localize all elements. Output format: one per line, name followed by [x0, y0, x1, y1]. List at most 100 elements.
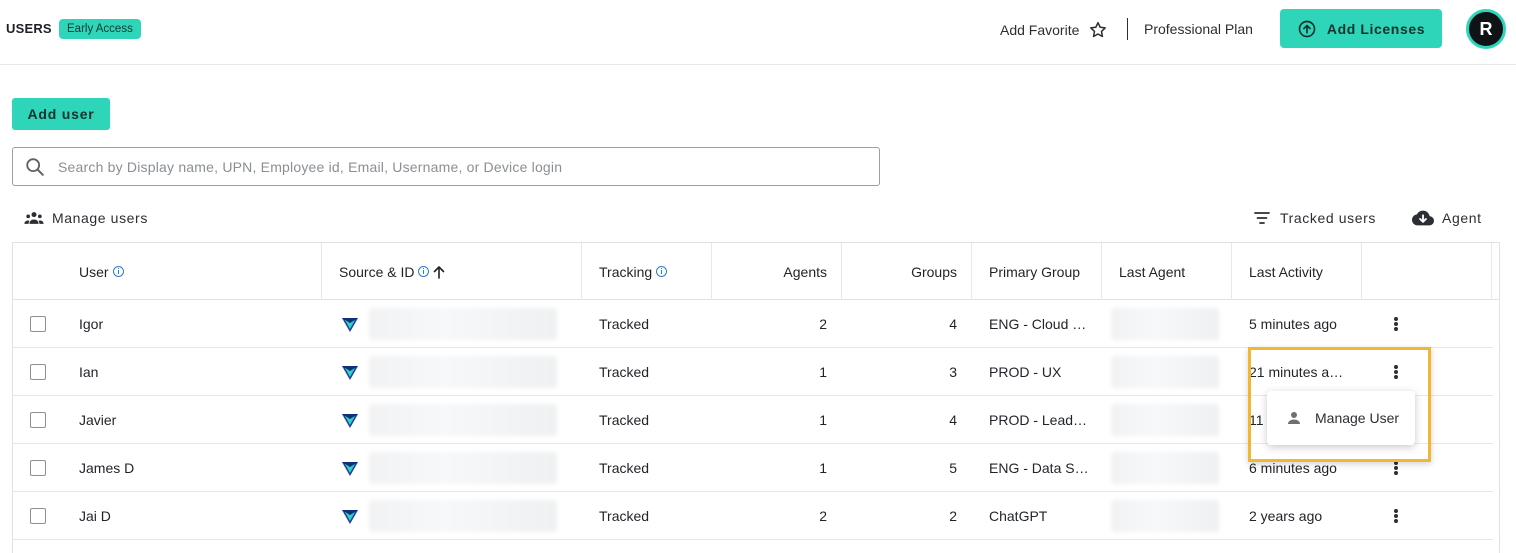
header-divider: [1127, 18, 1128, 40]
add-favorite-label: Add Favorite: [1000, 22, 1080, 38]
add-licenses-label: Add Licenses: [1326, 20, 1426, 37]
arrow-up-icon: [434, 265, 445, 279]
plan-label: Professional Plan: [1144, 21, 1253, 37]
tracking-status: Tracked: [599, 460, 650, 476]
group-icon: [24, 212, 44, 224]
column-header-primary-group[interactable]: Primary Group: [989, 243, 1080, 300]
column-header-agents[interactable]: Agents: [711, 243, 827, 300]
user-name: Igor: [79, 316, 104, 332]
source-logo-icon: [342, 366, 358, 380]
tracking-status: Tracked: [599, 412, 650, 428]
user-name: James D: [79, 460, 135, 476]
last-activity: 2 years ago: [1249, 508, 1323, 524]
column-header-user[interactable]: User: [79, 243, 124, 300]
user-avatar[interactable]: R: [1466, 9, 1506, 49]
source-id-redacted: [369, 500, 557, 532]
primary-group: ENG - Data S…: [989, 460, 1089, 476]
column-header-tracking[interactable]: Tracking: [599, 243, 668, 300]
top-bar: USERS Early Access Add Favorite Professi…: [0, 0, 1516, 65]
add-user-button[interactable]: Add user: [12, 98, 110, 130]
groups-count: 3: [949, 364, 957, 380]
agent-download-button[interactable]: Agent: [1412, 209, 1482, 227]
user-name: Jai D: [79, 508, 111, 524]
tracked-users-label: Tracked users: [1280, 210, 1376, 226]
manage-users-button[interactable]: Manage users: [24, 210, 148, 226]
column-divider: [1231, 243, 1232, 300]
table-row[interactable]: Ian Tracked 1 3 PROD - UX 21 minutes a…: [13, 348, 1493, 396]
manage-user-label: Manage User: [1315, 410, 1400, 426]
tracking-status: Tracked: [599, 316, 650, 332]
star-icon: [1090, 21, 1107, 38]
column-header-source-id[interactable]: Source & ID: [339, 243, 445, 300]
last-activity: 21 minutes a…: [1249, 364, 1344, 380]
row-checkbox[interactable]: [30, 412, 46, 428]
agents-count: 1: [819, 412, 827, 428]
agents-count: 1: [819, 364, 827, 380]
search-input[interactable]: [58, 158, 858, 175]
column-header-groups[interactable]: Groups: [841, 243, 957, 300]
last-agent-redacted: [1111, 452, 1219, 484]
primary-group: PROD - UX: [989, 364, 1062, 380]
column-header-last-agent[interactable]: Last Agent: [1119, 243, 1185, 300]
search-box[interactable]: [12, 147, 880, 186]
groups-count: 2: [949, 508, 957, 524]
row-checkbox[interactable]: [30, 460, 46, 476]
tracked-users-filter[interactable]: Tracked users: [1254, 210, 1376, 226]
person-icon: [1288, 412, 1300, 424]
source-id-redacted: [369, 356, 557, 388]
groups-count: 4: [949, 316, 957, 332]
add-favorite-button[interactable]: Add Favorite: [1000, 20, 1108, 40]
row-actions-kebab-icon[interactable]: [1389, 458, 1403, 478]
upload-circle-icon: [1298, 20, 1316, 37]
source-id-redacted: [369, 308, 557, 340]
source-id-redacted: [369, 404, 557, 436]
row-checkbox[interactable]: [30, 364, 46, 380]
primary-group: ChatGPT: [989, 508, 1048, 524]
early-access-badge: Early Access: [59, 19, 141, 39]
row-actions-kebab-icon[interactable]: [1389, 314, 1403, 334]
row-actions-kebab-icon[interactable]: [1389, 362, 1403, 382]
last-agent-redacted: [1111, 308, 1219, 340]
row-checkbox[interactable]: [30, 316, 46, 332]
tracking-status: Tracked: [599, 364, 650, 380]
column-divider: [1491, 243, 1492, 300]
last-agent-redacted: [1111, 356, 1219, 388]
last-agent-redacted: [1111, 500, 1219, 532]
user-name: Ian: [79, 364, 99, 380]
agent-label: Agent: [1442, 210, 1482, 226]
table-row[interactable]: Igor Tracked 2 4 ENG - Cloud … 5 minutes…: [13, 300, 1493, 348]
primary-group: ENG - Cloud …: [989, 316, 1087, 332]
source-logo-icon: [342, 462, 358, 476]
column-divider: [971, 243, 972, 300]
info-icon[interactable]: [656, 266, 668, 277]
source-logo-icon: [342, 510, 358, 524]
table-row[interactable]: James D Tracked 1 5 ENG - Data S… 6 minu…: [13, 444, 1493, 492]
tracking-status: Tracked: [599, 508, 650, 524]
info-icon[interactable]: [112, 266, 124, 277]
add-licenses-button[interactable]: Add Licenses: [1280, 9, 1442, 48]
agents-count: 1: [819, 460, 827, 476]
filter-icon: [1254, 212, 1270, 224]
manage-user-menu-item[interactable]: Manage User: [1267, 391, 1415, 445]
column-divider: [581, 243, 582, 300]
page-title: USERS: [6, 21, 52, 36]
last-activity: 6 minutes ago: [1249, 460, 1337, 476]
user-name: Javier: [79, 412, 117, 428]
row-actions-kebab-icon[interactable]: [1389, 506, 1403, 526]
source-id-redacted: [369, 452, 557, 484]
search-icon: [26, 157, 44, 176]
column-header-last-activity[interactable]: Last Activity: [1249, 243, 1323, 300]
manage-users-label: Manage users: [52, 210, 148, 226]
table-row[interactable]: Jai D Tracked 2 2 ChatGPT 2 years ago: [13, 492, 1493, 540]
source-logo-icon: [342, 318, 358, 332]
last-activity: 5 minutes ago: [1249, 316, 1337, 332]
agents-count: 2: [819, 316, 827, 332]
last-agent-redacted: [1111, 404, 1219, 436]
column-divider: [321, 243, 322, 300]
column-divider: [1361, 243, 1362, 300]
row-checkbox[interactable]: [30, 508, 46, 524]
agents-count: 2: [819, 508, 827, 524]
source-logo-icon: [342, 414, 358, 428]
info-icon[interactable]: [418, 266, 430, 277]
table-header: User Source & ID Tracking Agents Groups …: [13, 243, 1499, 300]
